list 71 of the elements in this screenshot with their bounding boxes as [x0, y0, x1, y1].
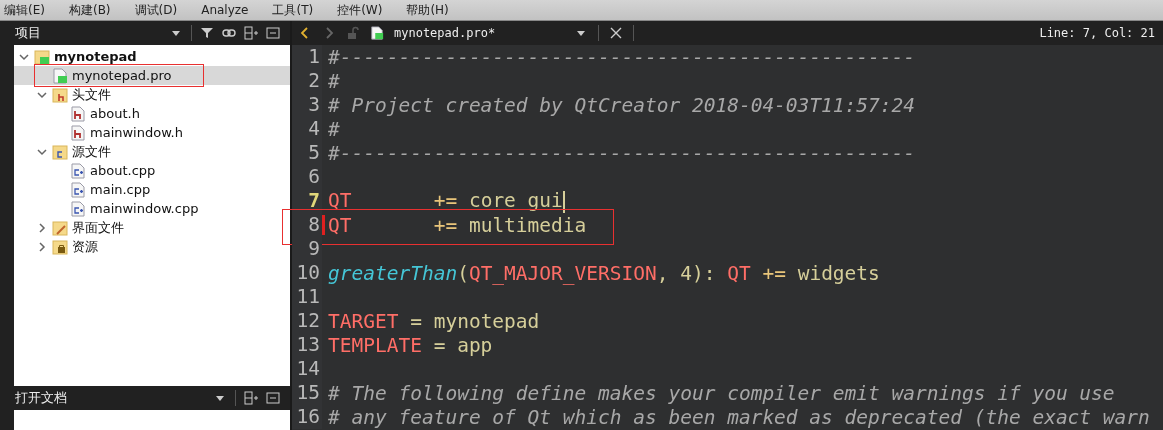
code-line: # any feature of Qt which as been marked as deprecated (the exact warn	[328, 405, 1150, 429]
line-number: 16	[292, 405, 322, 429]
source-file-icon	[70, 162, 86, 179]
file-name[interactable]: mynotepad.pro*	[394, 26, 564, 40]
code-line: #	[328, 117, 340, 141]
code-line: #-------------------------------------------------	[328, 141, 915, 165]
header-file-icon	[70, 105, 86, 122]
header-file-icon	[70, 124, 86, 141]
line-number: 9	[292, 237, 322, 261]
line-number: 13	[292, 333, 322, 357]
line-number: 2	[292, 69, 322, 93]
code-line: TEMPLATE = app	[328, 333, 493, 357]
tree-item[interactable]: about.h	[14, 104, 290, 123]
cursor-position: Line: 7, Col: 21	[1039, 26, 1155, 40]
code-line: #-------------------------------------------------	[328, 45, 915, 69]
qt-folder-icon	[34, 48, 50, 65]
line-number: 14	[292, 357, 322, 381]
tree-item[interactable]: about.cpp	[14, 161, 290, 180]
tree-item[interactable]: mynotepad.pro	[14, 66, 290, 85]
code-line: greaterThan(QT_MAJOR_VERSION, 4): QT += widgets	[328, 261, 880, 285]
source-file-icon	[70, 181, 86, 198]
source-folder-icon	[52, 143, 68, 160]
menu-item[interactable]: 构建(B)	[68, 1, 111, 19]
tree-item[interactable]: mainwindow.h	[14, 123, 290, 142]
line-number: 6	[292, 165, 322, 189]
code-line: TARGET = mynotepad	[328, 309, 540, 333]
close-icon[interactable]	[609, 26, 623, 40]
filter-icon[interactable]	[200, 26, 214, 40]
line-number: 3	[292, 93, 322, 117]
source-file-icon	[70, 200, 86, 217]
close-pane-icon[interactable]	[266, 391, 280, 405]
tree-item[interactable]: 源文件	[14, 142, 290, 161]
pane-title: 项目	[15, 24, 42, 42]
link-icon[interactable]	[222, 26, 236, 40]
qt-file-icon	[370, 26, 384, 40]
close-pane-icon[interactable]	[266, 26, 280, 40]
code-line: # The following define makes your compiler emit warnings if you use	[328, 381, 1115, 405]
menu-item[interactable]: 调试(D)	[134, 1, 178, 19]
code-line: QT += multimedia	[328, 213, 587, 237]
line-number: 12	[292, 309, 322, 333]
resources-folder-icon	[52, 238, 68, 255]
menu-item[interactable]: 工具(T)	[272, 1, 314, 19]
tree-item[interactable]: mynotepad	[14, 47, 290, 66]
tree-item[interactable]: 资源	[14, 237, 290, 256]
line-number: 4	[292, 117, 322, 141]
chevron-right-icon[interactable]	[36, 221, 48, 234]
split-add-icon[interactable]	[244, 391, 258, 405]
menu-item[interactable]: 帮助(H)	[406, 1, 449, 19]
tree-item[interactable]: 头文件	[14, 85, 290, 104]
line-number: 15	[292, 381, 322, 405]
split-add-icon[interactable]	[244, 26, 258, 40]
code-line: QT += core gui	[328, 189, 565, 213]
line-number: 1	[292, 45, 322, 69]
code-line: # Project created by QtCreator 2018-04-03T11:57:24	[328, 93, 915, 117]
line-number: 5	[292, 141, 322, 165]
line-number: 7	[292, 189, 322, 213]
line-number: 11	[292, 285, 322, 309]
tree-item[interactable]: main.cpp	[14, 180, 290, 199]
tree-item[interactable]: mainwindow.cpp	[14, 199, 290, 218]
qt-file-icon	[52, 67, 68, 84]
line-number: 10	[292, 261, 322, 285]
tree-item[interactable]: 界面文件	[14, 218, 290, 237]
forms-folder-icon	[52, 219, 68, 236]
line-number: 8	[292, 213, 322, 237]
header-folder-icon	[52, 86, 68, 103]
pane-title: 打开文档	[15, 389, 68, 407]
code-line: #	[328, 69, 340, 93]
menu-item[interactable]: 编辑(E)	[4, 1, 45, 19]
chevron-right-icon[interactable]	[36, 240, 48, 253]
menu-item[interactable]: 控件(W)	[337, 1, 383, 19]
menu-item[interactable]: Analyze	[201, 3, 249, 17]
